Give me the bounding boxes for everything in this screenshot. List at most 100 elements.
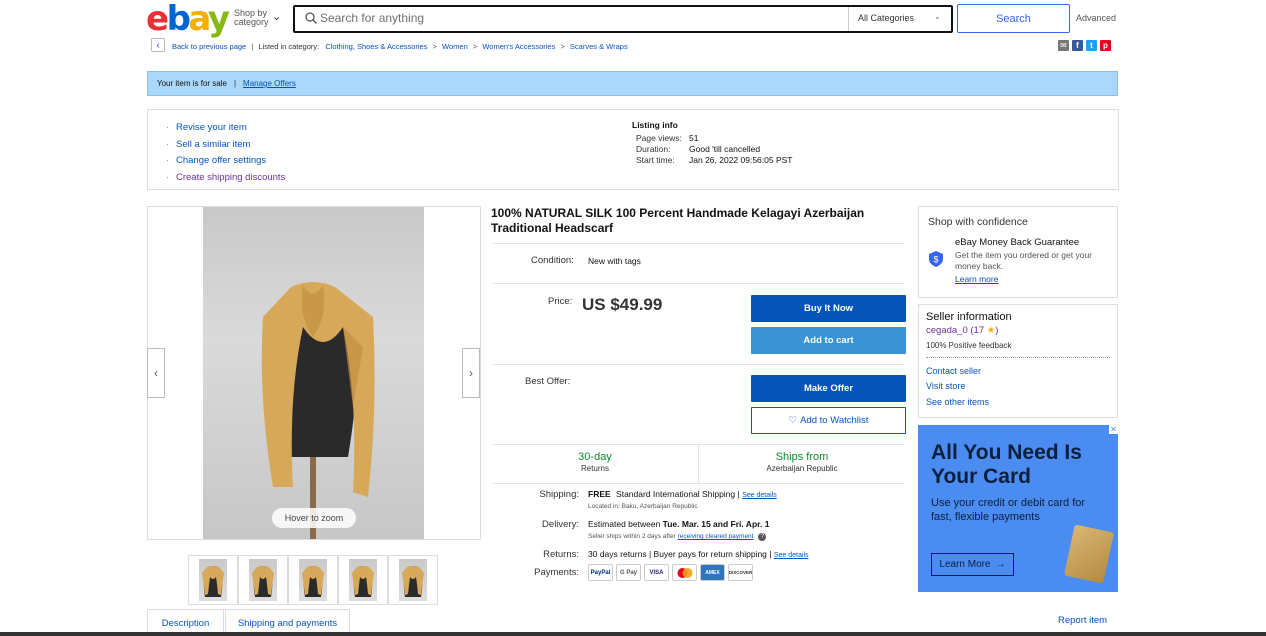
condition-value: New with tags [588, 256, 641, 266]
buy-it-now-button[interactable]: Buy It Now [751, 295, 906, 322]
info-icon[interactable]: ? [758, 533, 767, 541]
star-icon: ★ [986, 325, 996, 336]
money-back-guarantee-title: eBay Money Back Guarantee [955, 237, 1080, 248]
amex-icon: AMEX [700, 564, 725, 581]
heart-icon: ♡ [788, 415, 798, 426]
sell-similar-link[interactable]: Sell a similar item [176, 139, 250, 150]
main-product-image[interactable] [203, 207, 424, 539]
price-value: US $49.99 [582, 295, 663, 314]
add-to-cart-button[interactable]: Add to cart [751, 327, 906, 354]
seller-info-title: Seller information [926, 311, 1012, 323]
google-pay-icon: G Pay [616, 564, 641, 581]
twitter-icon[interactable]: t [1086, 40, 1097, 51]
ships-from: Ships from [775, 451, 829, 463]
arrow-right-icon: → [995, 559, 1006, 570]
ad-subtext: Use your credit or debit card for fast, … [931, 497, 1086, 523]
returns-value: 30 days returns | Buyer pays for return … [588, 549, 809, 559]
listed-in-label: Listed in category: [258, 42, 320, 51]
thumbnail-strip [188, 555, 438, 605]
advanced-search-link[interactable]: Advanced [1076, 13, 1116, 23]
delivery-value: Estimated between Tue. Mar. 15 and Fri. … [588, 519, 770, 529]
revise-item-link[interactable]: Revise your item [176, 122, 247, 133]
next-image-button[interactable]: › [462, 348, 480, 398]
sale-status-bar: Your item is for sale | Manage Offers [147, 71, 1118, 96]
add-to-watchlist-button[interactable]: ♡ Add to Watchlist [751, 407, 906, 434]
listing-info: Listing info Page views: 51 Duration: Good… [632, 120, 793, 165]
facebook-icon[interactable]: f [1072, 40, 1083, 51]
returns-shipping-summary: 30-day Returns Ships from Azerbaijan Repub… [492, 444, 905, 484]
shop-with-confidence-title: Shop with confidence [928, 216, 1028, 228]
email-icon[interactable]: ✉ [1058, 40, 1069, 51]
report-item-link[interactable]: Report item [1058, 615, 1107, 626]
learn-more-link[interactable]: Learn more [955, 274, 998, 284]
breadcrumb: Back to previous page | Listed in catego… [172, 42, 628, 51]
thumbnail[interactable] [238, 555, 288, 605]
see-other-items-link[interactable]: See other items [926, 397, 989, 407]
ad-headline: All You Need Is Your Card [931, 441, 1082, 488]
shield-icon: $ [929, 251, 943, 267]
seller-tools-list: Revise your item Sell a similar item Cha… [166, 122, 285, 188]
shop-by-category-button[interactable]: Shop by category [234, 9, 269, 27]
divider [492, 364, 905, 365]
contact-seller-link[interactable]: Contact seller [926, 366, 981, 376]
breadcrumb-item[interactable]: Scarves & Wraps [570, 42, 628, 51]
condition-label: Condition: [531, 255, 574, 266]
shipping-value: FREE Standard International Shipping | S… [588, 489, 777, 499]
manage-offers-link[interactable]: Manage Offers [243, 79, 296, 88]
page-views-value: 51 [689, 133, 699, 143]
search-input[interactable] [320, 8, 840, 28]
thumbnail[interactable] [388, 555, 438, 605]
seller-feedback: 100% Positive feedback [926, 341, 1012, 350]
ad-close-icon[interactable]: ✕ [1109, 425, 1118, 434]
thumbnail[interactable] [188, 555, 238, 605]
share-icons: ✉ f t p [1058, 40, 1111, 51]
change-offer-settings-link[interactable]: Change offer settings [176, 155, 266, 166]
mastercard-icon [672, 564, 697, 581]
breadcrumb-item[interactable]: Clothing, Shoes & Accessories [325, 42, 427, 51]
seller-name-link[interactable]: cegada_0 (17 ★) [926, 325, 998, 336]
hover-to-zoom-hint: Hover to zoom [272, 508, 356, 528]
chevron-down-icon: ⌄ [272, 11, 282, 23]
shipping-see-details-link[interactable]: See details [742, 492, 777, 499]
dotted-divider [926, 357, 1110, 358]
sale-status: Your item is for sale [157, 79, 227, 88]
money-back-guarantee-text: Get the item you ordered or get your mon… [955, 250, 1093, 271]
returns-days: 30-day [578, 451, 612, 463]
item-location: Located in: Baku, Azerbaijan Republic [588, 503, 698, 510]
delivery-note: Seller ships within 2 days after receivi… [588, 533, 767, 541]
payments-label: Payments: [534, 567, 579, 578]
discover-icon: DISCOVER [728, 564, 753, 581]
visit-store-link[interactable]: Visit store [926, 381, 965, 391]
shipping-label: Shipping: [539, 489, 579, 500]
breadcrumb-item[interactable]: Women [442, 42, 468, 51]
returns-see-details-link[interactable]: See details [774, 552, 809, 559]
search-divider [848, 7, 849, 31]
prev-image-button[interactable]: ‹ [147, 348, 165, 398]
back-icon[interactable]: ‹ [151, 38, 165, 52]
pinterest-icon[interactable]: p [1100, 40, 1111, 51]
ebay-logo[interactable]: ebay [146, 0, 230, 38]
bottom-bar [0, 632, 1266, 636]
back-link[interactable]: Back to previous page [172, 42, 246, 51]
listing-info-heading: Listing info [632, 120, 678, 130]
divider [492, 283, 905, 284]
start-time-value: Jan 26, 2022 09:56:05 PST [689, 155, 793, 165]
item-title: 100% NATURAL SILK 100 Percent Handmade K… [491, 206, 865, 235]
cleared-payment-link[interactable]: receiving cleared payment [678, 533, 754, 540]
make-offer-button[interactable]: Make Offer [751, 375, 906, 402]
thumbnail[interactable] [338, 555, 388, 605]
visa-icon: VISA [644, 564, 669, 581]
paypal-icon: PayPal [588, 564, 613, 581]
price-label: Price: [548, 296, 573, 307]
delivery-label: Delivery: [542, 519, 579, 530]
thumbnail[interactable] [288, 555, 338, 605]
scarf-mannequin-illustration [261, 282, 375, 539]
svg-text:$: $ [933, 255, 938, 265]
shipping-discounts-link[interactable]: Create shipping discounts [176, 172, 285, 183]
category-select[interactable]: All Categories [858, 13, 914, 23]
returns-label: Returns: [543, 549, 579, 560]
search-button[interactable]: Search [957, 4, 1070, 33]
breadcrumb-item[interactable]: Women's Accessories [482, 42, 555, 51]
ad-learn-more-button[interactable]: Learn More → [931, 553, 1014, 576]
search-icon [305, 12, 317, 24]
